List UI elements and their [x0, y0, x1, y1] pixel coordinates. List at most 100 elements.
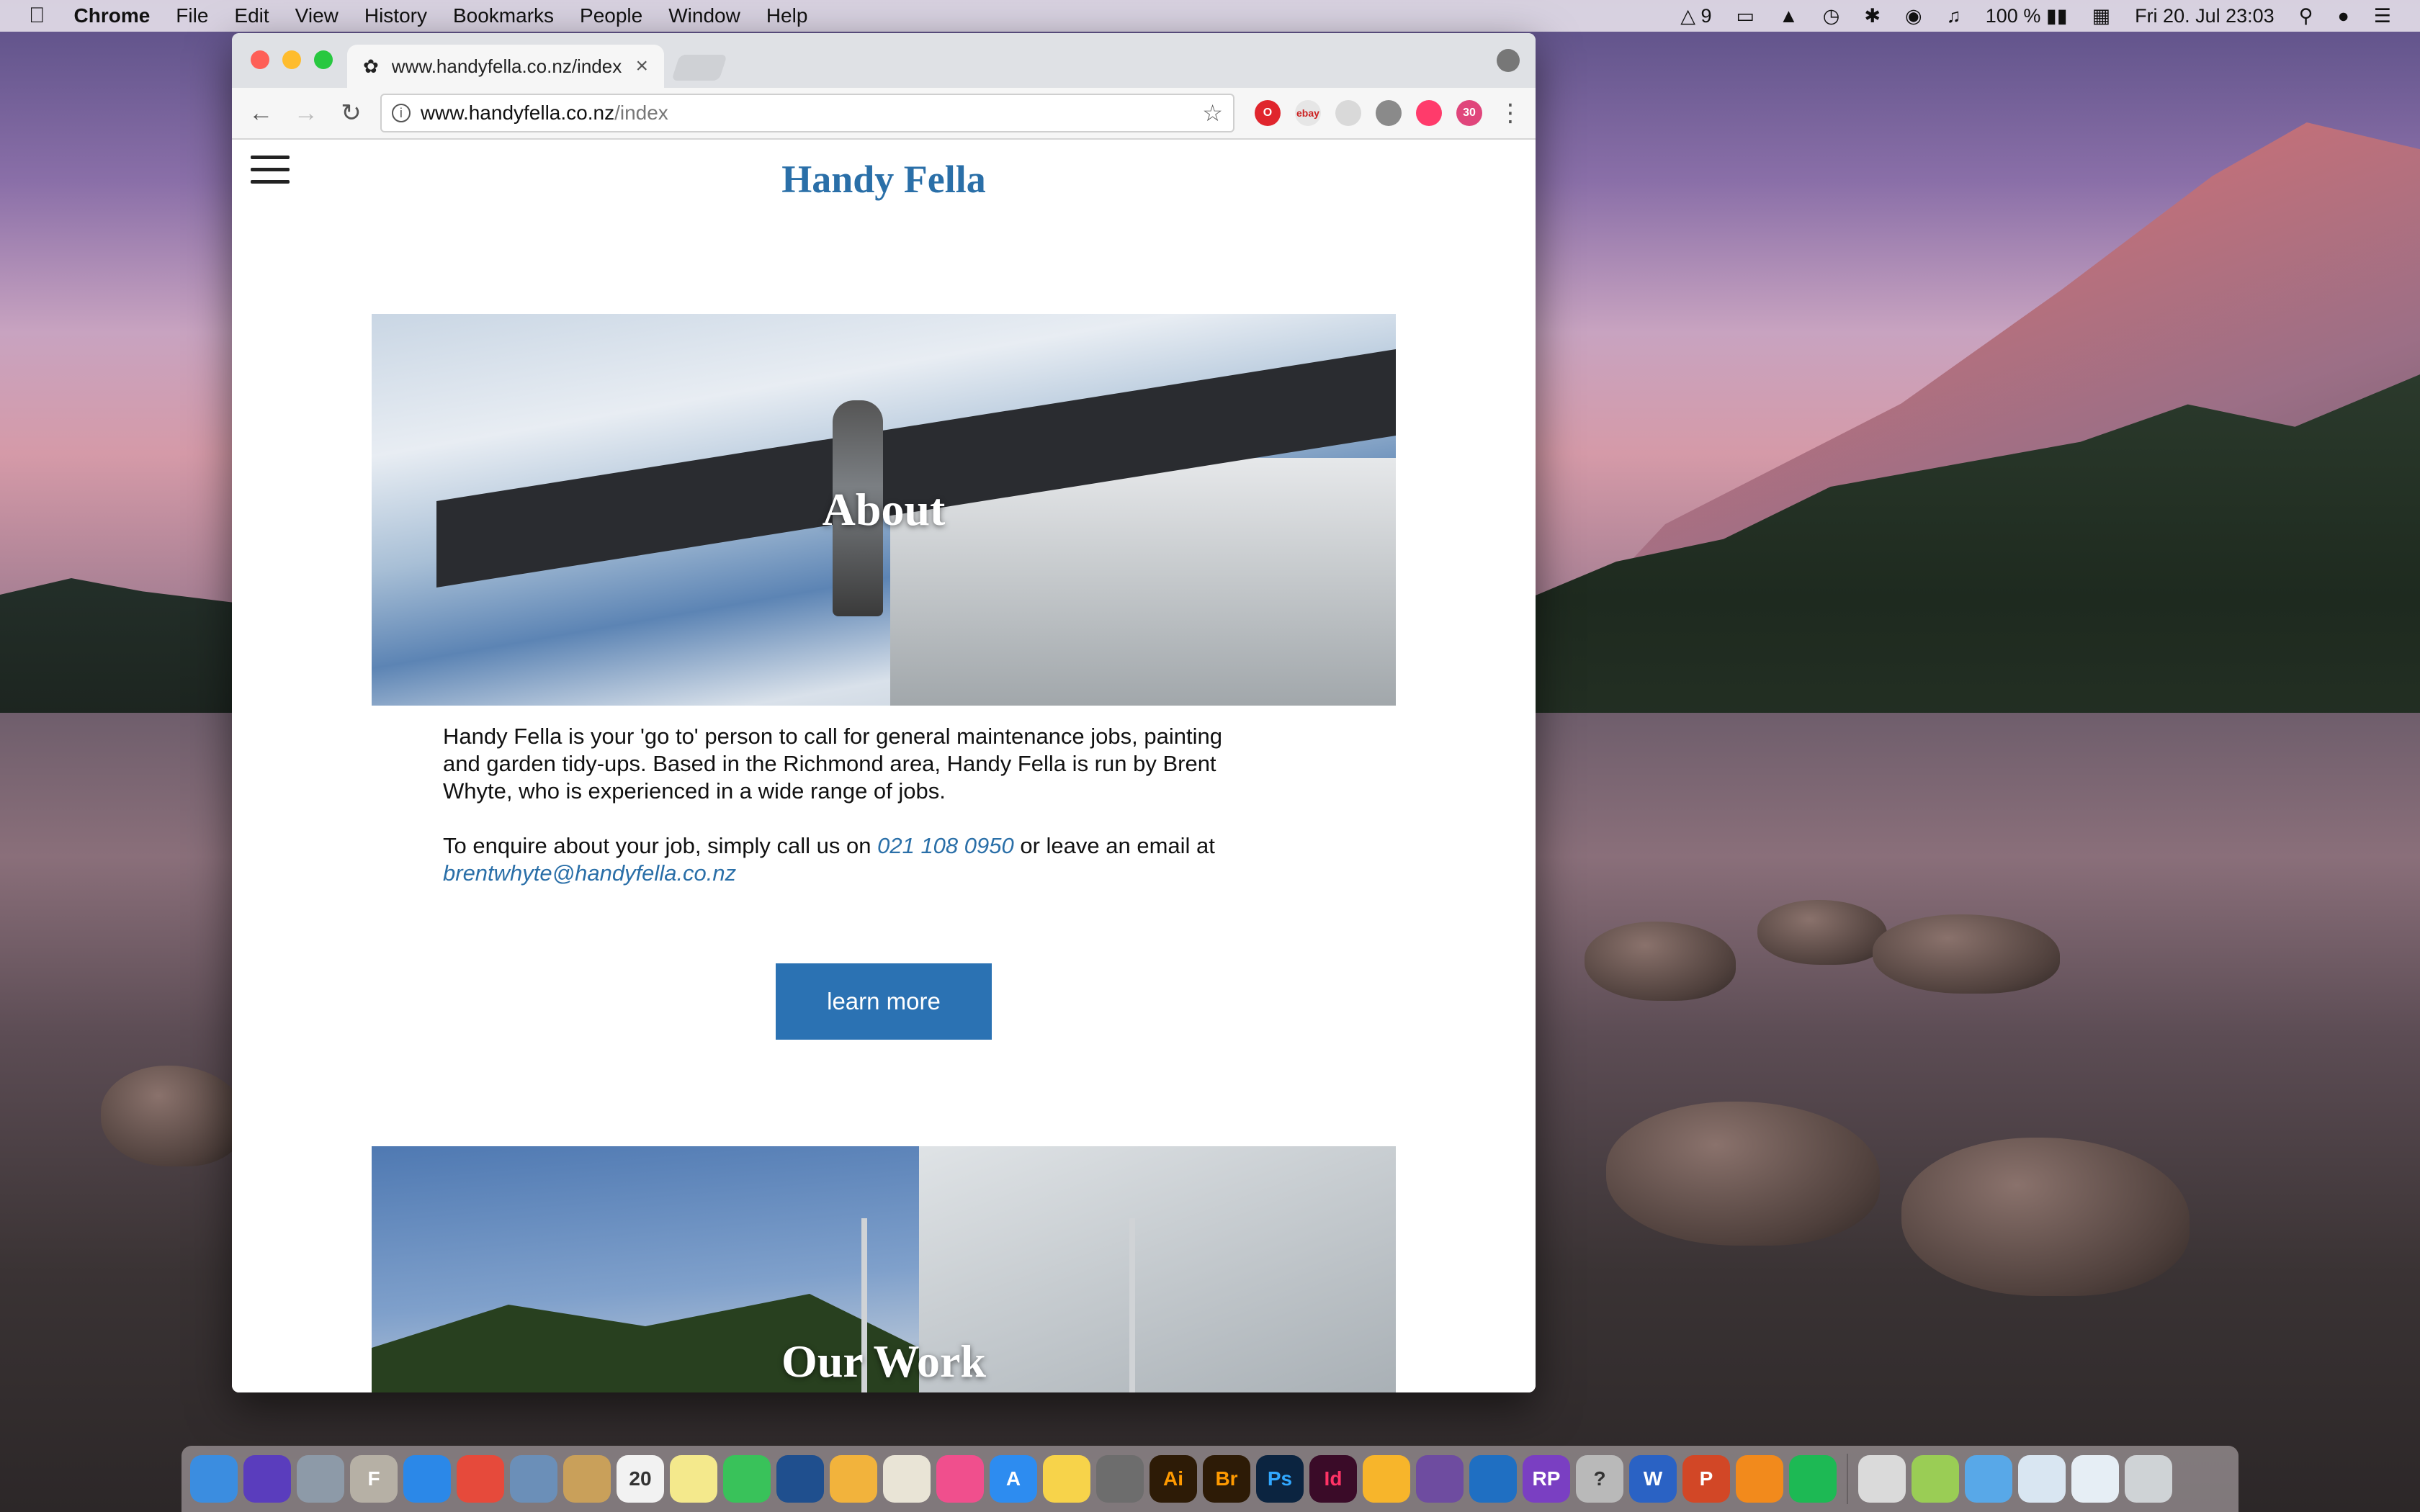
- datetime[interactable]: Fri 20. Jul 23:03: [2135, 5, 2275, 27]
- shortcut-icon[interactable]: [1335, 100, 1361, 126]
- bridge-icon[interactable]: Br: [1203, 1455, 1250, 1503]
- siri-status-icon[interactable]: ●: [2337, 5, 2349, 27]
- menu-history[interactable]: History: [364, 4, 427, 27]
- safari-icon[interactable]: [403, 1455, 451, 1503]
- powerpoint-icon[interactable]: P: [1682, 1455, 1730, 1503]
- battery-icon: ▮▮: [2045, 4, 2068, 27]
- notification-center-icon[interactable]: ☰: [2374, 5, 2391, 27]
- wallpaper-rock: [1606, 1102, 1880, 1246]
- close-tab-icon[interactable]: ×: [635, 54, 648, 78]
- battery-status[interactable]: 100 % ▮▮: [1986, 5, 2068, 27]
- menu-view[interactable]: View: [295, 4, 339, 27]
- browser-window: ✿ www.handyfella.co.nz/index × ← → ↻ i w…: [232, 33, 1536, 1392]
- url-host: www.handyfella.co.nz: [420, 102, 615, 124]
- window-controls: [251, 50, 333, 69]
- illustrator-icon[interactable]: Ai: [1150, 1455, 1197, 1503]
- zoom-window-button[interactable]: [314, 50, 333, 69]
- xcode-icon[interactable]: [1469, 1455, 1517, 1503]
- chrome-icon[interactable]: [457, 1455, 504, 1503]
- forward-arrow-icon[interactable]: →: [290, 99, 323, 127]
- stickies-icon[interactable]: [670, 1455, 717, 1503]
- spotify-icon[interactable]: [1789, 1455, 1837, 1503]
- menu-help[interactable]: Help: [766, 4, 808, 27]
- quicktime-icon[interactable]: [776, 1455, 824, 1503]
- siri-icon[interactable]: [243, 1455, 291, 1503]
- settings-gear-icon[interactable]: [1375, 100, 1402, 126]
- airplay-icon[interactable]: ▲: [1779, 5, 1798, 27]
- contact-mid: or leave an email at: [1013, 833, 1215, 858]
- reload-icon[interactable]: ↻: [335, 99, 367, 127]
- app-store-icon[interactable]: A: [990, 1455, 1037, 1503]
- system-preferences-icon[interactable]: [1096, 1455, 1144, 1503]
- wallpaper-rock: [1873, 914, 2060, 994]
- apple-icon[interactable]: : [29, 4, 45, 28]
- menu-window[interactable]: Window: [668, 4, 740, 27]
- our-work-section-banner[interactable]: Our Work: [372, 1146, 1396, 1392]
- word-icon[interactable]: W: [1629, 1455, 1677, 1503]
- vlc-icon[interactable]: [1736, 1455, 1783, 1503]
- sketch-icon[interactable]: [1363, 1455, 1410, 1503]
- indesign-icon[interactable]: Id: [1309, 1455, 1357, 1503]
- profile-avatar-icon[interactable]: [1497, 49, 1520, 72]
- bookmark-star-icon[interactable]: ☆: [1202, 99, 1223, 127]
- menu-people[interactable]: People: [580, 4, 642, 27]
- about-section-banner[interactable]: About: [372, 314, 1396, 706]
- menu-edit[interactable]: Edit: [234, 4, 269, 27]
- menu-file[interactable]: File: [176, 4, 208, 27]
- folder-icon[interactable]: [1965, 1455, 2012, 1503]
- cyberduck-icon[interactable]: [1043, 1455, 1090, 1503]
- opera-icon[interactable]: O: [1254, 100, 1281, 126]
- email-link[interactable]: brentwhyte@handyfella.co.nz: [443, 860, 736, 886]
- url-path: /index: [614, 102, 668, 124]
- minimize-window-button[interactable]: [282, 50, 301, 69]
- address-bar[interactable]: i www.handyfella.co.nz/index ☆: [380, 94, 1234, 132]
- learn-more-button[interactable]: learn more: [776, 963, 992, 1040]
- chrome-menu-icon[interactable]: ⋮: [1498, 99, 1523, 127]
- preview-icon[interactable]: [510, 1455, 557, 1503]
- documents-icon[interactable]: [2071, 1455, 2119, 1503]
- ebay-icon[interactable]: ebay: [1294, 100, 1321, 126]
- calendar-icon[interactable]: 20: [617, 1455, 664, 1503]
- tab-active[interactable]: ✿ www.handyfella.co.nz/index ×: [347, 45, 664, 88]
- contact-prefix: To enquire about your job, simply call u…: [443, 833, 878, 858]
- volume-icon[interactable]: ♫: [1947, 5, 1961, 27]
- back-arrow-icon[interactable]: ←: [245, 99, 277, 127]
- launchpad-icon[interactable]: [297, 1455, 344, 1503]
- github-icon[interactable]: [1416, 1455, 1464, 1503]
- menu-bookmarks[interactable]: Bookmarks: [453, 4, 554, 27]
- macos-dock: F 20 A Ai Br Ps Id RP? W P: [182, 1446, 2238, 1512]
- downloads-icon[interactable]: [2018, 1455, 2066, 1503]
- phone-link[interactable]: 021 108 0950: [877, 833, 1014, 858]
- new-tab-button[interactable]: [671, 55, 727, 81]
- notes-icon[interactable]: [563, 1455, 611, 1503]
- web-page: Handy Fella About Handy Fella is your 'g…: [232, 140, 1536, 1392]
- site-info-icon[interactable]: i: [391, 104, 411, 122]
- wifi-icon[interactable]: ◉: [1905, 5, 1922, 27]
- itunes-icon[interactable]: [936, 1455, 984, 1503]
- textedit-icon[interactable]: [883, 1455, 931, 1503]
- calendar-status-icon[interactable]: ▦: [2092, 5, 2111, 27]
- calendar-badge-icon[interactable]: 30: [1456, 100, 1482, 126]
- calculator-icon[interactable]: [1912, 1455, 1959, 1503]
- wallpaper-rock: [1585, 922, 1736, 1001]
- finder-icon[interactable]: [190, 1455, 238, 1503]
- menu-app-name[interactable]: Chrome: [74, 4, 151, 27]
- trash-icon[interactable]: [2125, 1455, 2172, 1503]
- about-section-heading: About: [822, 484, 946, 535]
- time-machine-icon[interactable]: ◷: [1823, 5, 1840, 27]
- help-icon[interactable]: ?: [1576, 1455, 1623, 1503]
- activity-monitor-icon[interactable]: [1858, 1455, 1906, 1503]
- spotlight-search-icon[interactable]: ⚲: [2299, 5, 2313, 27]
- bluetooth-icon[interactable]: ✱: [1864, 5, 1881, 27]
- photos-icon[interactable]: [830, 1455, 877, 1503]
- display-icon[interactable]: ▭: [1736, 5, 1755, 27]
- axure-icon[interactable]: RP: [1523, 1455, 1570, 1503]
- adobe-status-icon[interactable]: △ 9: [1680, 5, 1711, 27]
- battery-percent: 100 %: [1985, 4, 2041, 27]
- close-window-button[interactable]: [251, 50, 269, 69]
- messages-icon[interactable]: [723, 1455, 771, 1503]
- color-wheel-icon[interactable]: [1415, 100, 1442, 126]
- site-title[interactable]: Handy Fella: [232, 157, 1536, 202]
- font-book-icon[interactable]: F: [350, 1455, 398, 1503]
- photoshop-icon[interactable]: Ps: [1256, 1455, 1304, 1503]
